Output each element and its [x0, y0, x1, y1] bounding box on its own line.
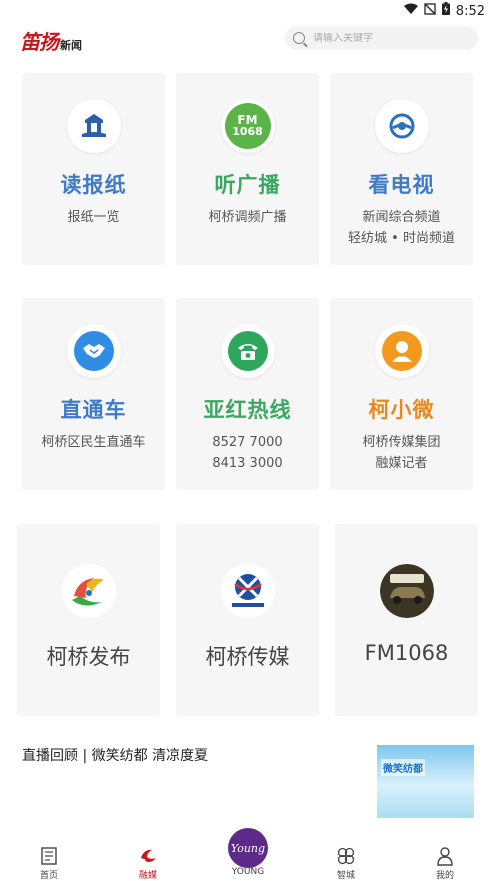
tv-station-icon [374, 99, 429, 153]
tab-label: 融媒 [138, 871, 157, 881]
smart-city-icon [337, 847, 355, 865]
card-desc: 柯桥传媒集团 融媒记者 [330, 432, 473, 474]
card-hotline[interactable]: 亚红热线 8527 7000 8413 3000 [176, 298, 319, 490]
rongmei-icon [141, 849, 156, 862]
tab-mine[interactable]: 我的 [415, 846, 475, 881]
card-desc: 柯桥调频广播 [176, 207, 319, 228]
banner-thumbnail[interactable]: 微笑纺都 [377, 745, 474, 818]
fm-icon-line2: 1068 [232, 125, 263, 138]
status-time: 8:52 [455, 3, 485, 19]
card-read-newspaper[interactable]: 读报纸 报纸一览 [22, 73, 165, 265]
status-bar: 8:52 [0, 0, 495, 22]
card-title: 听广播 [214, 173, 281, 197]
card-listen-radio[interactable]: FM 1068 听广播 柯桥调频广播 [176, 73, 319, 265]
fm1068-car-logo-icon [379, 564, 434, 618]
card-desc-line: 8413 3000 [212, 456, 283, 471]
no-signal-icon [424, 2, 436, 20]
card-fm1068[interactable]: FM1068 [335, 524, 478, 716]
card-desc-line: 柯桥调频广播 [208, 210, 287, 225]
card-title: 柯桥发布 [46, 645, 131, 669]
card-keqiao-media[interactable]: 柯桥传媒 [176, 524, 319, 716]
card-title: 直通车 [60, 398, 127, 422]
banner-image-text: 微笑纺都 [381, 759, 425, 776]
status-icons: 8:52 [403, 2, 485, 20]
battery-icon [441, 2, 450, 20]
card-direct-line[interactable]: 直通车 柯桥区民生直通车 [22, 298, 165, 490]
tab-label: 我的 [435, 871, 454, 881]
card-desc: 新闻综合频道 轻纺城 • 时尚频道 [330, 207, 473, 249]
tab-young-label[interactable]: YOUNG [218, 867, 278, 877]
card-watch-tv[interactable]: 看电视 新闻综合频道 轻纺城 • 时尚频道 [330, 73, 473, 265]
newspaper-building-icon [66, 99, 121, 153]
bottom-tab-bar: 首页 融媒 Young YOUNG 智城 我的 [0, 828, 495, 881]
banner-headline[interactable]: 直播回顾 | 微笑纺都 清凉度夏 [22, 745, 208, 765]
search-bar[interactable] [285, 26, 478, 50]
app-logo[interactable]: 笛扬 新闻 [20, 26, 82, 55]
card-title: 读报纸 [60, 173, 127, 197]
wifi-icon [403, 3, 418, 20]
card-keqiao-release[interactable]: 柯桥发布 [17, 524, 160, 716]
card-title: 柯小微 [368, 398, 435, 422]
card-ke-xiaowei[interactable]: 柯小微 柯桥传媒集团 融媒记者 [330, 298, 473, 490]
card-desc-line: 柯桥区民生直通车 [41, 435, 146, 450]
card-title: 柯桥传媒 [205, 645, 290, 669]
search-icon [293, 32, 305, 44]
card-title: FM1068 [364, 641, 449, 665]
tab-label: 智城 [336, 871, 355, 881]
fm1068-icon: FM 1068 [220, 99, 275, 153]
keqiao-release-logo-icon [61, 564, 116, 618]
reporter-avatar-icon [374, 324, 429, 378]
card-desc-line: 新闻综合频道 [362, 210, 441, 225]
young-logo-icon[interactable]: Young [228, 828, 268, 868]
tab-rongmei[interactable]: 融媒 [118, 846, 178, 881]
card-desc-line: 柯桥传媒集团 [362, 435, 441, 450]
card-title: 看电视 [368, 173, 435, 197]
handshake-icon [66, 324, 121, 378]
tab-home[interactable]: 首页 [19, 846, 79, 881]
logo-sub-text: 新闻 [60, 39, 82, 52]
young-logo-text: Young [230, 841, 266, 855]
card-title: 亚红热线 [203, 398, 292, 422]
tab-smart-city[interactable]: 智城 [316, 846, 376, 881]
keqiao-media-logo-icon [220, 564, 275, 618]
search-input[interactable] [313, 32, 463, 44]
header: 笛扬 新闻 [0, 26, 495, 54]
telephone-icon [220, 324, 275, 378]
card-desc-line: 8527 7000 [212, 435, 283, 450]
card-desc: 8527 7000 8413 3000 [176, 432, 319, 474]
home-news-icon [41, 847, 57, 865]
card-desc-line: 轻纺城 • 时尚频道 [348, 231, 455, 246]
card-desc: 柯桥区民生直通车 [22, 432, 165, 453]
tab-label: 首页 [39, 871, 58, 881]
user-icon [437, 847, 453, 866]
card-desc-line: 报纸一览 [67, 210, 120, 225]
card-desc-line: 融媒记者 [375, 456, 428, 471]
card-desc: 报纸一览 [22, 207, 165, 228]
logo-main-text: 笛扬 [20, 30, 59, 54]
